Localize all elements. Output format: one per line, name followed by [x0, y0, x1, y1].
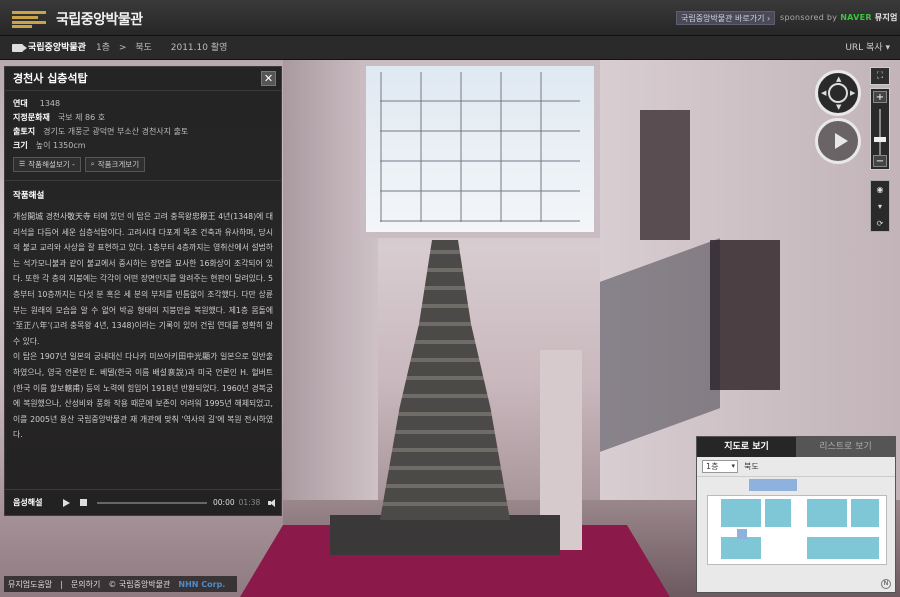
copyright-text: © 국립중앙박물관	[108, 579, 171, 589]
floor-plan-highlight	[749, 479, 797, 491]
zoom-control: + −	[870, 88, 890, 170]
enlarge-artwork-label: 작품크게보기	[97, 160, 140, 169]
enlarge-artwork-button[interactable]: ⌕ 작품크게보기	[84, 157, 146, 172]
play-icon[interactable]	[63, 498, 70, 507]
floor-map: 지도로 보기 리스트로 보기 1층 북도 N	[696, 436, 896, 593]
chevron-down-icon[interactable]: ▾	[871, 198, 889, 215]
breadcrumb-floor[interactable]: 1층	[96, 43, 110, 53]
footer-separator: |	[60, 579, 63, 589]
floor-selector-row: 1층 북도	[697, 457, 895, 477]
pan-down-icon[interactable]: ▼	[836, 103, 841, 111]
footer: 뮤지엄도움말 | 문의하기 © 국립중앙박물관 NHN Corp.	[4, 576, 238, 592]
sponsor-product[interactable]: 뮤지엄	[875, 13, 898, 22]
artwork-meta: 연대 1348 지정문화재 국보 제 86 호 출토지 경기도 개풍군 광덕면 …	[5, 91, 281, 153]
floor-plan-room[interactable]	[807, 499, 847, 527]
zoom-in-button[interactable]: +	[873, 91, 887, 103]
pagoda-hotspot[interactable]	[380, 240, 510, 520]
home-label: 국립중앙박물관	[28, 43, 86, 53]
audio-guide-player: 음성해설 00:00 01:38	[5, 489, 281, 515]
audio-guide-label: 음성해설	[13, 498, 43, 507]
panel-buttons: ☰ 작품해설보기 - ⌕ 작품크게보기	[5, 153, 281, 181]
contact-link[interactable]: 문의하기	[71, 579, 100, 590]
floor-plan-room[interactable]	[765, 499, 791, 527]
panorama-skylight-grid	[380, 72, 580, 222]
audio-progress-bar[interactable]	[97, 501, 207, 504]
fullscreen-icon[interactable]: ⛶	[870, 67, 890, 85]
view-tools: ◉ ▾ ⟳	[870, 180, 890, 232]
meta-key: 출토지	[13, 127, 36, 136]
autoplay-button[interactable]	[815, 118, 861, 164]
breadcrumb: 1층 > 북도 2011.10 촬영	[96, 36, 233, 60]
museum-shortcut-button[interactable]: 국립중앙박물관 바로가기 ›	[676, 11, 776, 25]
floor-plan-room[interactable]	[807, 537, 879, 559]
sponsor-text: sponsored by NAVER 뮤지엄	[780, 12, 898, 23]
camera-icon	[12, 44, 27, 52]
map-tabs: 지도로 보기 리스트로 보기	[697, 437, 895, 457]
sponsored-prefix: sponsored by	[780, 13, 838, 22]
zoom-track[interactable]	[879, 109, 881, 155]
tab-list-view[interactable]: 리스트로 보기	[796, 437, 895, 457]
meta-key: 지정문화재	[13, 113, 50, 122]
artwork-info-panel: 경천사 십층석탑 ✕ 연대 1348 지정문화재 국보 제 86 호 출토지 경…	[4, 66, 282, 516]
naver-brand[interactable]: NAVER	[840, 13, 872, 22]
meta-row: 출토지 경기도 개풍군 광덕면 부소산 경천사지 출토	[13, 125, 273, 139]
pan-center-icon	[828, 83, 848, 103]
meta-value: 높이 1350cm	[35, 141, 86, 150]
zoom-out-button[interactable]: −	[873, 155, 887, 167]
magnifier-icon: ⌕	[90, 160, 95, 168]
compass-icon: N	[881, 579, 891, 589]
meta-key: 연대	[13, 99, 28, 108]
view-commentary-label: 작품해설보기 -	[28, 160, 75, 169]
top-bar: 국립중앙박물관 국립중앙박물관 바로가기 › sponsored by NAVE…	[0, 0, 900, 36]
list-icon: ☰	[19, 160, 26, 168]
tab-map-view[interactable]: 지도로 보기	[697, 437, 796, 457]
panorama-window	[640, 110, 690, 240]
pagoda-base	[330, 515, 560, 555]
rotate-icon[interactable]: ⟳	[871, 215, 889, 232]
floor-plan-room[interactable]	[721, 537, 761, 559]
artwork-title: 경천사 십층석탑	[5, 67, 281, 91]
app-title: 국립중앙박물관	[56, 12, 143, 28]
meta-key: 크기	[13, 141, 28, 150]
floor-plan-room[interactable]	[851, 499, 879, 527]
breadcrumb-separator: >	[118, 43, 127, 53]
location-bar: 국립중앙박물관 1층 > 북도 2011.10 촬영 URL 복사 ▾	[0, 36, 900, 60]
nhn-brand[interactable]: NHN Corp.	[178, 580, 225, 589]
view-commentary-button[interactable]: ☰ 작품해설보기 -	[13, 157, 81, 172]
help-link[interactable]: 뮤지엄도움말	[8, 579, 52, 590]
close-panel-button[interactable]: ✕	[261, 71, 276, 86]
zoom-slider-handle[interactable]	[874, 136, 886, 142]
url-copy-button[interactable]: URL 복사 ▾	[845, 36, 890, 60]
floor-plan[interactable]: N	[697, 477, 895, 592]
museum-logo-icon	[12, 10, 46, 28]
volume-icon[interactable]	[268, 498, 278, 507]
pan-up-icon[interactable]: ▲	[836, 75, 841, 83]
home-link[interactable]: 국립중앙박물관	[12, 36, 86, 60]
floor-plan-room[interactable]	[721, 499, 761, 527]
audio-current-time: 00:00	[213, 498, 235, 507]
meta-value: 경기도 개풍군 광덕면 부소산 경천사지 출토	[43, 127, 189, 136]
panorama-window	[710, 240, 780, 390]
commentary-heading: 작품해설	[13, 191, 45, 201]
meta-value: 국보 제 86 호	[57, 113, 106, 122]
pan-left-icon[interactable]: ◀	[821, 89, 826, 97]
floor-plan-current	[737, 529, 747, 539]
breadcrumb-date: 2011.10 촬영	[170, 43, 228, 53]
brightness-icon[interactable]: ◉	[871, 181, 889, 198]
stop-icon[interactable]	[80, 499, 87, 506]
meta-row: 크기 높이 1350cm	[13, 139, 273, 153]
commentary-text[interactable]: 개성開城 경천사敬天寺 터에 있던 이 탑은 고려 충목왕忠穆王 4년(1348…	[5, 201, 281, 491]
breadcrumb-area[interactable]: 북도	[135, 43, 152, 53]
meta-row: 연대 1348	[13, 97, 273, 111]
audio-duration: 01:38	[238, 498, 261, 507]
meta-value: 1348	[39, 99, 61, 108]
museum-logo[interactable]: 국립중앙박물관	[12, 9, 143, 29]
map-location-label: 북도	[744, 462, 759, 471]
floor-select[interactable]: 1층	[702, 460, 738, 473]
meta-row: 지정문화재 국보 제 86 호	[13, 111, 273, 125]
pan-control[interactable]: ▲ ▼ ◀ ▶	[815, 70, 861, 116]
pan-right-icon[interactable]: ▶	[850, 89, 855, 97]
